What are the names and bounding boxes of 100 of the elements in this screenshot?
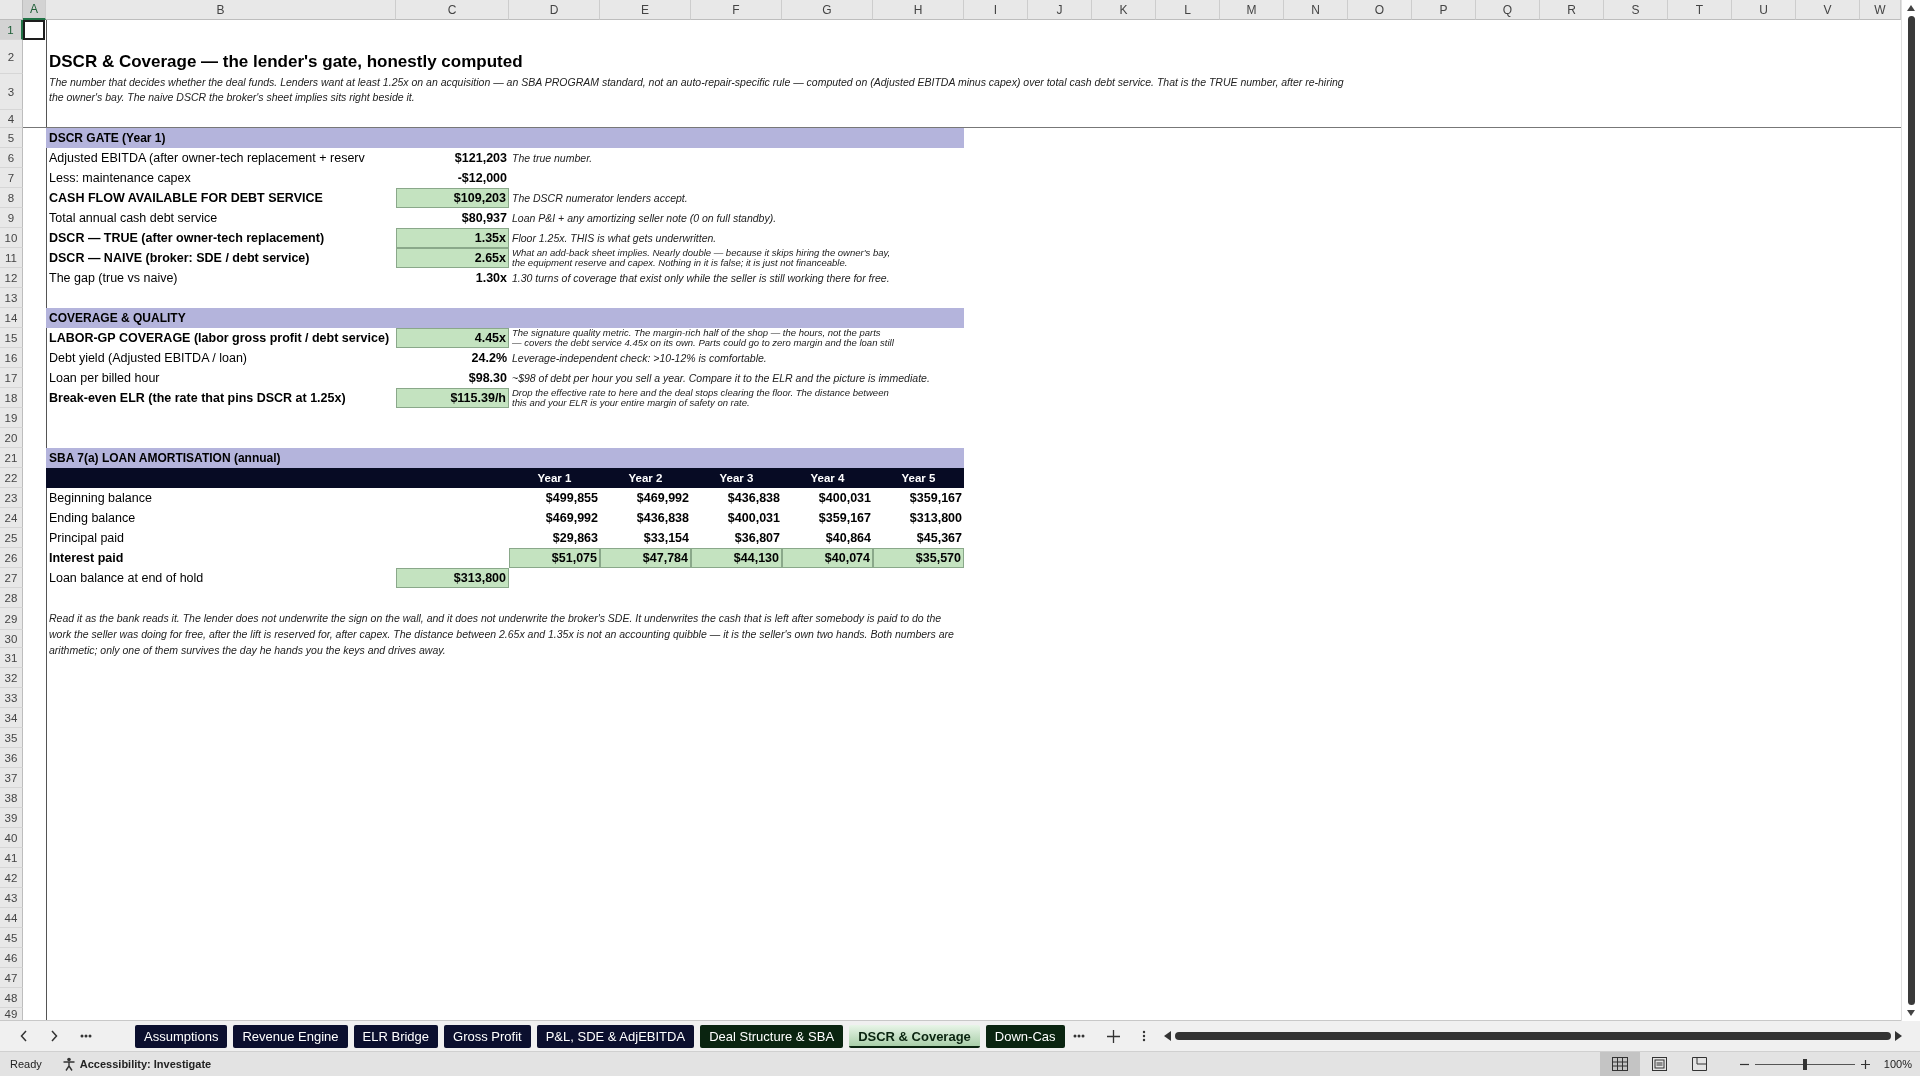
slider-thumb[interactable] [1802,1058,1807,1070]
row-header[interactable]: 34 [0,708,23,728]
chevron-right-icon[interactable] [50,1030,58,1042]
row-header[interactable]: 2 [0,40,23,74]
page-layout-icon[interactable] [1652,1057,1668,1071]
column-header[interactable]: T [1668,0,1732,20]
row-header[interactable]: 47 [0,968,23,988]
row-header[interactable]: 17 [0,368,23,388]
row-header[interactable]: 22 [0,468,23,488]
row-header[interactable]: 42 [0,868,23,888]
row-header[interactable]: 27 [0,568,23,588]
row-header[interactable]: 7 [0,168,23,188]
row-header[interactable]: 43 [0,888,23,908]
row-header[interactable]: 1 [0,20,23,40]
column-header[interactable]: I [964,0,1028,20]
selected-cell[interactable] [23,20,45,40]
column-header[interactable]: P [1412,0,1476,20]
row-header[interactable]: 26 [0,548,23,568]
row-header[interactable]: 37 [0,768,23,788]
chevron-left-icon[interactable] [20,1030,28,1042]
column-header[interactable]: J [1028,0,1092,20]
row-header[interactable]: 4 [0,110,23,128]
row-header[interactable]: 3 [0,74,23,110]
column-header[interactable]: V [1796,0,1860,20]
row-header[interactable]: 41 [0,848,23,868]
column-header[interactable]: U [1732,0,1796,20]
column-header[interactable]: M [1220,0,1284,20]
row-header[interactable]: 29 [0,608,23,630]
sheet-tab[interactable]: ELR Bridge [353,1024,439,1048]
row-header[interactable]: 6 [0,148,23,168]
row-header[interactable]: 33 [0,688,23,708]
scrollbar-thumb[interactable] [1907,16,1915,1005]
zoom-level[interactable]: 100% [1883,1058,1912,1070]
row-header[interactable]: 9 [0,208,23,228]
column-header[interactable]: D [509,0,600,20]
row-header[interactable]: 46 [0,948,23,968]
row-header[interactable]: 19 [0,408,23,428]
row-header[interactable]: 20 [0,428,23,448]
column-header[interactable]: E [600,0,691,20]
row-header[interactable]: 40 [0,828,23,848]
column-header[interactable]: R [1540,0,1604,20]
row-header[interactable]: 38 [0,788,23,808]
row-header[interactable]: 12 [0,268,23,288]
row-header[interactable]: 44 [0,908,23,928]
column-header[interactable]: B [46,0,396,20]
row-header[interactable]: 35 [0,728,23,748]
row-header[interactable]: 16 [0,348,23,368]
row-header[interactable]: 36 [0,748,23,768]
row-header[interactable]: 18 [0,388,23,408]
accessibility-status[interactable]: Accessibility: Investigate [79,1058,212,1070]
column-header[interactable]: Q [1476,0,1540,20]
column-header[interactable]: O [1348,0,1412,20]
row-header[interactable]: 45 [0,928,23,948]
accessibility-icon[interactable] [61,1057,76,1071]
column-header[interactable]: H [873,0,964,20]
column-header[interactable]: L [1156,0,1220,20]
row-header[interactable]: 30 [0,630,23,648]
vertical-dots-icon[interactable] [1141,1030,1146,1042]
row-header[interactable]: 32 [0,668,23,688]
row-header[interactable]: 25 [0,528,23,548]
page-break-icon[interactable] [1692,1057,1708,1071]
row-header[interactable]: 13 [0,288,23,308]
column-header[interactable]: K [1092,0,1156,20]
more-icon[interactable] [80,1034,92,1038]
sheet-tab[interactable]: Assumptions [135,1024,228,1048]
row-header[interactable]: 23 [0,488,23,508]
sheet-tab[interactable]: DSCR & Coverage [849,1024,980,1048]
sheet-tab[interactable]: Down-Cas [985,1024,1065,1048]
row-header[interactable]: 28 [0,588,23,608]
grid-view-icon[interactable] [1611,1057,1628,1071]
column-header[interactable]: N [1284,0,1348,20]
column-header[interactable]: A [23,0,46,20]
zoom-in-icon[interactable] [1860,1059,1870,1069]
row-header[interactable]: 15 [0,328,23,348]
row-header[interactable]: 10 [0,228,23,248]
sheet-tab[interactable]: P&L, SDE & AdjEBITDA [536,1024,695,1048]
column-header[interactable]: C [396,0,509,20]
row-header[interactable]: 21 [0,448,23,468]
row-header[interactable]: 24 [0,508,23,528]
scrollbar-thumb[interactable] [1174,1032,1891,1040]
row-header[interactable]: 14 [0,308,23,328]
column-header[interactable]: F [691,0,782,20]
row-header[interactable]: 31 [0,648,23,668]
row-header[interactable]: 11 [0,248,23,268]
add-sheet-icon[interactable] [1106,1029,1120,1043]
column-header[interactable]: G [782,0,873,20]
row-header[interactable]: 39 [0,808,23,828]
scroll-left-icon[interactable] [1163,1031,1171,1041]
sheet-tab[interactable]: Gross Profit [444,1024,531,1048]
row-header[interactable]: 8 [0,188,23,208]
sheet-tab[interactable]: Revenue Engine [233,1024,348,1048]
row-header[interactable]: 5 [0,128,23,148]
scroll-up-icon[interactable] [1906,4,1916,12]
row-header[interactable]: 48 [0,988,23,1008]
column-header[interactable]: S [1604,0,1668,20]
column-header[interactable]: W [1860,0,1901,20]
row-header[interactable]: 49 [0,1008,23,1020]
sheet-tab[interactable]: Deal Structure & SBA [700,1024,844,1048]
scroll-right-icon[interactable] [1895,1031,1902,1041]
scroll-down-icon[interactable] [1906,1009,1916,1017]
